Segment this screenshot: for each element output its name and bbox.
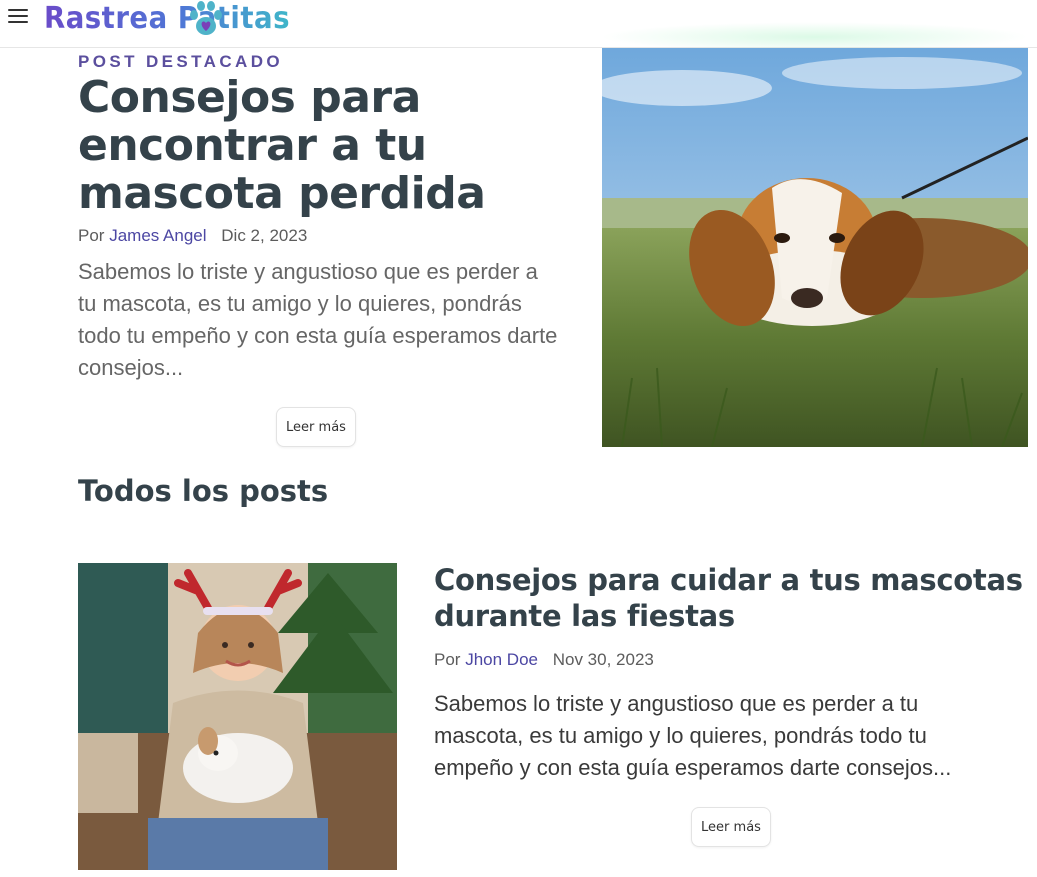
featured-title[interactable]: Consejos para encontrar a tu mascota per… bbox=[78, 74, 578, 218]
featured-image-beagle[interactable] bbox=[602, 48, 1028, 447]
featured-date: Dic 2, 2023 bbox=[221, 226, 308, 245]
post-title[interactable]: Consejos para cuidar a tus mascotas dura… bbox=[434, 562, 1034, 634]
paw-icon bbox=[190, 1, 222, 35]
post-excerpt: Sabemos lo triste y angustioso que es pe… bbox=[434, 691, 952, 780]
all-posts-heading: Todos los posts bbox=[78, 474, 329, 508]
featured-kicker: POST DESTACADO bbox=[78, 52, 284, 71]
post-meta: Por Jhon Doe Nov 30, 2023 bbox=[434, 650, 654, 670]
logo-text: Rastrea Patitas bbox=[44, 0, 290, 36]
site-header: Rastrea Patitas bbox=[0, 0, 1037, 48]
post-image-girl-with-dog[interactable] bbox=[78, 563, 397, 870]
site-logo[interactable]: Rastrea Patitas bbox=[44, 0, 311, 38]
post-date: Nov 30, 2023 bbox=[552, 650, 654, 669]
featured-read-more-button[interactable]: Leer más bbox=[276, 407, 356, 447]
by-label: Por bbox=[434, 650, 461, 669]
by-label: Por bbox=[78, 226, 105, 245]
post-read-more-button[interactable]: Leer más bbox=[691, 807, 771, 847]
featured-author-link[interactable]: James Angel bbox=[109, 226, 206, 245]
menu-icon[interactable] bbox=[6, 6, 30, 26]
featured-excerpt: Sabemos lo triste y angustioso que es pe… bbox=[78, 259, 558, 380]
featured-meta: Por James Angel Dic 2, 2023 bbox=[78, 226, 307, 246]
post-author-link[interactable]: Jhon Doe bbox=[465, 650, 538, 669]
